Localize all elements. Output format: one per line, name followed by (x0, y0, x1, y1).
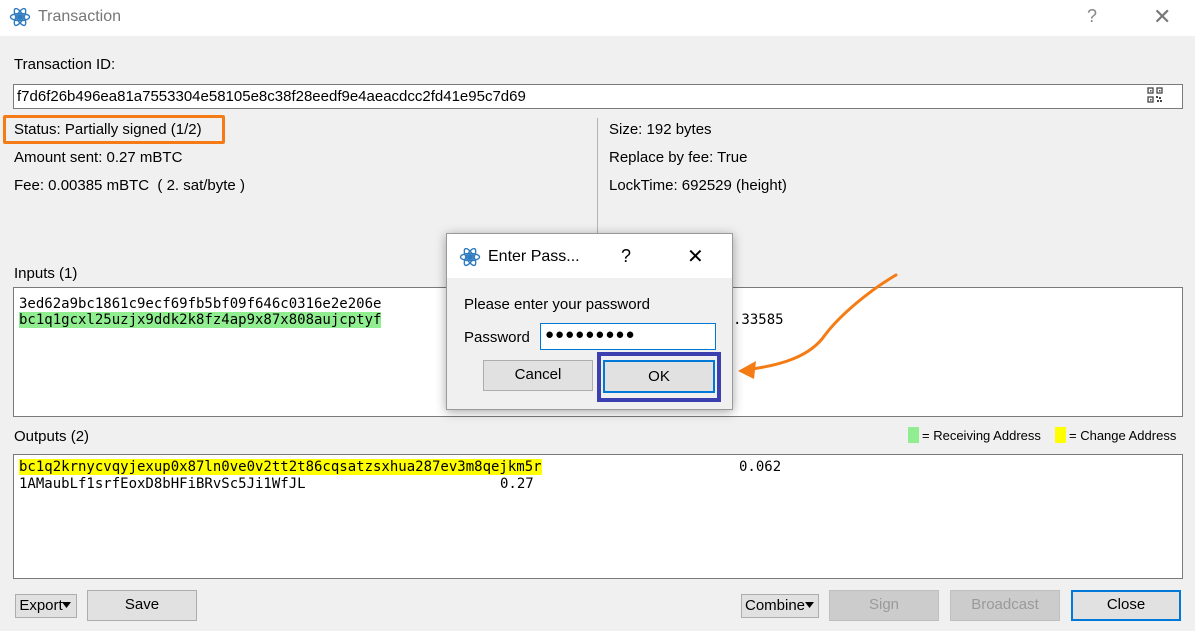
close-button[interactable]: Close (1071, 590, 1181, 621)
dialog-title: Enter Pass... (488, 248, 580, 265)
save-button[interactable]: Save (87, 590, 197, 621)
info-divider (597, 118, 598, 238)
dialog-close-button[interactable]: ✕ (687, 244, 704, 269)
input-prevout: 3ed62a9bc1861c9ecf69fb5bf09f646c0316e2e2… (19, 296, 382, 312)
chevron-down-icon (62, 602, 71, 608)
replace-by-fee-text: Replace by fee: True (609, 149, 748, 166)
sign-button[interactable]: Sign (829, 590, 939, 621)
output-address: 1AMaubLf1srfEoxD8bHFiBRvSc5Ji1WfJL (19, 476, 306, 492)
combine-button-label: Combine (744, 597, 806, 614)
cancel-button[interactable]: Cancel (483, 360, 593, 391)
fee-text: Fee: 0.00385 mBTC ( 2. sat/byte ) (14, 177, 245, 194)
transaction-id-field[interactable]: f7d6f26b496ea81a7553304e58105e8c38f28eed… (13, 84, 1183, 109)
help-button[interactable]: ? (1087, 6, 1097, 27)
window-titlebar (0, 0, 1195, 36)
chevron-down-icon (805, 602, 814, 608)
change-legend-swatch (1055, 427, 1066, 443)
size-text: Size: 192 bytes (609, 121, 712, 138)
status-text: Status: Partially signed (1/2) (14, 121, 202, 138)
annotation-arrow (738, 273, 898, 379)
password-input[interactable]: ●●●●●●●●● (540, 323, 716, 350)
export-button-label: Export (19, 597, 63, 614)
output-amount: 0.062 (739, 459, 782, 475)
broadcast-button[interactable]: Broadcast (950, 590, 1060, 621)
locktime-text: LockTime: 692529 (height) (609, 177, 787, 194)
ok-button[interactable]: OK (603, 360, 715, 393)
password-dialog: Enter Pass... ? ✕ Please enter your pass… (446, 233, 733, 410)
input-address: bc1q1gcxl25uzjx9ddk2k8fz4ap9x87x808aujcp… (19, 312, 382, 328)
output-address: bc1q2krnycvqyjexup0x87ln0ve0v2tt2t86cqsa… (19, 459, 542, 475)
dialog-help-button[interactable]: ? (621, 246, 631, 267)
inputs-label: Inputs (1) (14, 265, 78, 282)
electrum-logo-icon (459, 247, 481, 267)
electrum-logo-icon (9, 7, 31, 27)
output-amount: 0.27 (500, 476, 534, 492)
receiving-legend-swatch (908, 427, 919, 443)
outputs-label: Outputs (2) (14, 428, 90, 445)
qr-code-icon[interactable] (1147, 87, 1163, 103)
password-label: Password (464, 329, 530, 346)
close-window-button[interactable]: ✕ (1153, 4, 1171, 30)
amount-sent-text: Amount sent: 0.27 mBTC (14, 149, 183, 166)
change-legend-label: = Change Address (1069, 428, 1177, 443)
password-prompt: Please enter your password (464, 296, 650, 313)
transaction-id-label: Transaction ID: (14, 56, 116, 73)
receiving-legend-label: = Receiving Address (922, 428, 1041, 443)
window-title: Transaction (38, 8, 121, 25)
